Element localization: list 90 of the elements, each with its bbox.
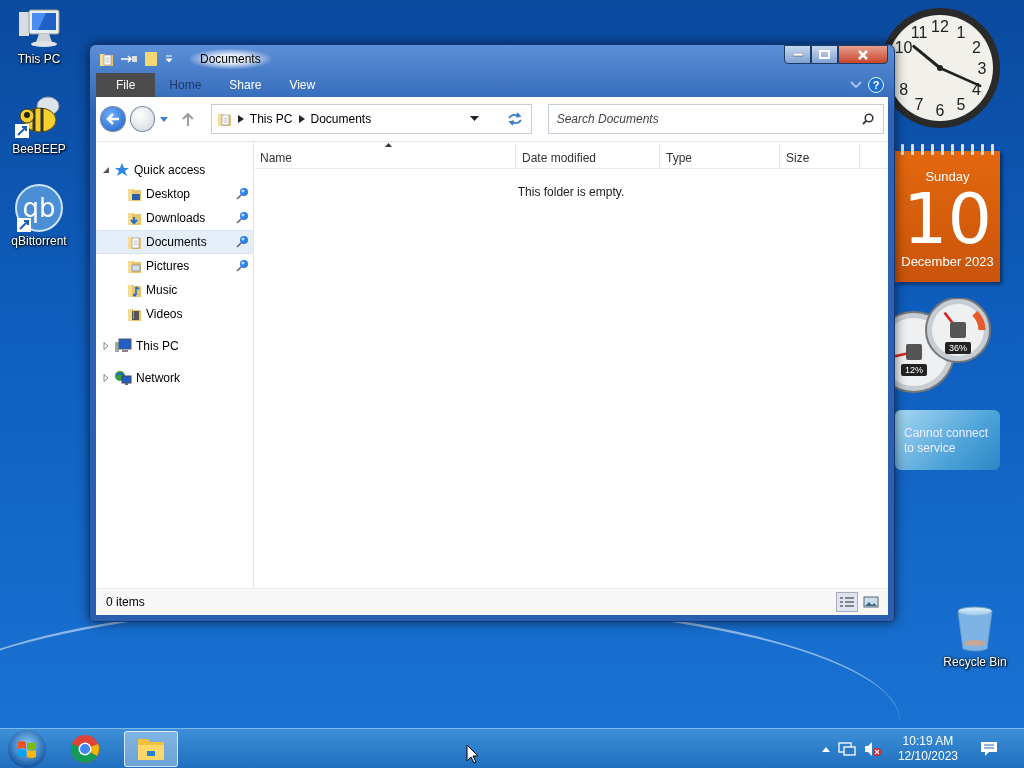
clock-numeral: 8 xyxy=(899,81,909,98)
desktop-icon-label[interactable]: Recycle Bin xyxy=(943,655,1007,669)
back-arrow-icon xyxy=(105,113,120,125)
recent-locations-icon[interactable] xyxy=(159,115,170,123)
refresh-icon[interactable] xyxy=(506,112,523,126)
computer-icon xyxy=(114,338,132,354)
folder-icon xyxy=(98,51,114,67)
folder-icon xyxy=(126,186,142,202)
collapse-arrow-icon[interactable] xyxy=(102,166,110,174)
folder-icon xyxy=(126,306,142,322)
chevron-right-icon[interactable] xyxy=(298,115,305,123)
nav-pane-item[interactable]: Desktop xyxy=(96,182,253,206)
sort-arrow-icon xyxy=(384,142,392,147)
desktop-icon-label[interactable]: BeeBEEP xyxy=(12,142,66,156)
windows-logo-icon xyxy=(17,738,37,759)
nav-pane-item[interactable]: Quick access xyxy=(96,158,253,182)
expand-arrow-icon[interactable] xyxy=(102,374,110,382)
image-icon xyxy=(863,596,879,608)
mouse-cursor-icon xyxy=(466,744,480,764)
breadcrumb[interactable]: This PC xyxy=(249,112,293,126)
maximize-icon xyxy=(819,50,830,59)
calendar-month-year: December 2023 xyxy=(901,254,994,269)
back-button[interactable] xyxy=(100,106,126,132)
window-title: Documents xyxy=(190,49,271,69)
minimize-button[interactable] xyxy=(784,45,811,64)
taskbar-clock[interactable]: 10:19 AM 12/10/2023 xyxy=(897,733,958,764)
close-icon xyxy=(857,49,869,60)
chevron-down-icon[interactable] xyxy=(850,81,862,89)
clock-numeral: 5 xyxy=(956,96,966,114)
folder-icon xyxy=(126,210,142,226)
calendar-weekday: Sunday xyxy=(925,169,970,184)
column-header[interactable]: Date modified xyxy=(516,144,660,168)
column-header[interactable]: Size xyxy=(780,144,860,168)
file-explorer-taskbar-button[interactable] xyxy=(124,730,178,767)
maximize-button[interactable] xyxy=(811,45,838,64)
chevron-right-icon[interactable] xyxy=(237,115,244,123)
clock-numeral: 2 xyxy=(971,39,981,56)
network-icon xyxy=(114,370,132,386)
minimize-icon xyxy=(792,52,803,57)
help-button[interactable]: ? xyxy=(868,77,884,93)
address-bar[interactable]: This PC Documents xyxy=(210,104,532,134)
clock-numeral: 1 xyxy=(956,23,966,41)
search-field[interactable]: Search Documents xyxy=(547,104,884,134)
clock-numeral: 11 xyxy=(910,23,928,41)
column-header[interactable]: Name xyxy=(254,144,516,168)
nav-pane-item[interactable]: Downloads xyxy=(96,206,253,230)
weather-gadget: Cannot connect to service xyxy=(895,410,1000,470)
clock-numeral: 7 xyxy=(914,96,924,114)
calendar-day: 10 xyxy=(902,184,993,254)
show-hidden-icons-icon[interactable] xyxy=(821,745,830,752)
forward-button[interactable] xyxy=(129,106,156,132)
file-menu-button[interactable]: File xyxy=(96,73,156,97)
details-list-icon xyxy=(839,596,855,608)
expand-arrow-icon[interactable] xyxy=(102,342,110,350)
folder-icon xyxy=(126,282,142,298)
desktop-icon-label[interactable]: This PC xyxy=(17,52,61,66)
clock-numeral: 6 xyxy=(935,102,945,119)
breadcrumb[interactable]: Documents xyxy=(310,112,372,126)
notification-icon[interactable] xyxy=(980,740,998,757)
dropdown-icon[interactable] xyxy=(469,116,479,122)
speaker-muted-icon[interactable] xyxy=(863,740,882,757)
start-button[interactable] xyxy=(8,729,46,768)
ribbon-tab[interactable]: View xyxy=(275,73,330,97)
folder-icon xyxy=(215,111,232,127)
search-icon[interactable] xyxy=(862,113,874,125)
computer-icon xyxy=(17,8,61,50)
trash-bin-icon xyxy=(955,605,995,653)
clock-numeral: 3 xyxy=(977,60,987,77)
browser-icon xyxy=(70,733,100,764)
star-icon xyxy=(114,162,130,178)
desktop-icon-label[interactable]: qBittorrent xyxy=(11,234,67,248)
nav-pane-item[interactable]: Pictures xyxy=(96,254,253,278)
clock-numeral: 10 xyxy=(894,39,913,56)
clock-numeral: 12 xyxy=(931,18,949,35)
nav-pane-item[interactable]: This PC xyxy=(96,334,253,358)
ribbon-tab[interactable]: Share xyxy=(215,73,276,97)
folder-icon xyxy=(126,258,142,274)
nav-pane-item[interactable]: Videos xyxy=(96,302,253,326)
details-view-button[interactable] xyxy=(836,592,858,612)
network-icon[interactable] xyxy=(837,740,856,757)
column-header[interactable]: Type xyxy=(660,144,780,168)
empty-folder-message: This folder is empty. xyxy=(516,185,626,199)
up-arrow-icon[interactable] xyxy=(181,111,195,127)
close-button[interactable] xyxy=(838,45,888,64)
nav-pane-item[interactable]: Documents xyxy=(96,230,253,254)
nav-pane-item[interactable]: Music xyxy=(96,278,253,302)
gauge-drawing: 36% xyxy=(925,298,991,363)
nav-pane-item[interactable]: Network xyxy=(96,366,253,390)
item-count: 0 items xyxy=(106,595,145,609)
folder-icon xyxy=(126,234,142,250)
